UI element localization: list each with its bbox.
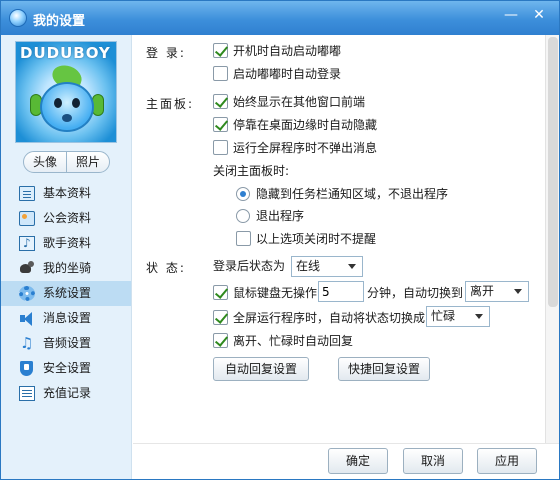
autologin-checkbox[interactable] [213,66,228,81]
sidebar-item-message-settings[interactable]: 消息设置 [1,306,131,331]
login-status-select[interactable]: 在线 [291,256,363,277]
avatar[interactable]: DUDUBOY [15,41,117,143]
idle-status-select[interactable]: 离开 [465,281,529,302]
sidebar-item-label: 歌手资料 [43,236,92,250]
autostart-label: 开机时自动启动嘟嘟 [233,44,342,58]
chevron-down-icon [348,264,356,269]
chevron-down-icon [475,314,483,319]
sidebar-item-guild-info[interactable]: 公会资料 [1,206,131,231]
settings-window: 我的设置 — ✕ DUDUBOY 头像 照片 基本资料 公会资料 ♪ 歌手资料 … [0,0,560,480]
avatar-face [40,82,94,132]
login-status-value: 在线 [296,259,321,273]
no-remind-checkbox[interactable] [236,231,251,246]
ok-button[interactable]: 确定 [328,448,388,474]
avatar-eye-left [54,98,62,108]
sidebar: DUDUBOY 头像 照片 基本资料 公会资料 歌手资料 [1,35,132,479]
sidebar-item-my-mount[interactable]: 我的坐骑 [1,256,131,281]
idle-label: 鼠标键盘无操作 [233,286,318,300]
idle-checkbox[interactable] [213,285,228,300]
sidebar-item-security-settings[interactable]: 安全设置 [1,356,131,381]
guild-icon [19,211,35,226]
gear-icon [19,286,35,301]
fullscreen-status-checkbox[interactable] [213,310,228,325]
scroll-thumb[interactable] [548,37,558,307]
sidebar-item-label: 充值记录 [43,386,92,400]
avatar-eye-right [72,98,80,108]
sidebar-item-audio-settings[interactable]: 音频设置 [1,331,131,356]
music-icon [19,331,35,356]
idle-status-value: 离开 [470,284,495,298]
sidebar-item-label: 我的坐骑 [43,261,92,275]
shield-icon [20,361,33,376]
sidebar-item-label: 基本资料 [43,186,92,200]
fullscreen-status-value: 忙碌 [431,309,456,323]
tab-avatar[interactable]: 头像 [23,151,67,173]
fullscreen-no-popup-label: 运行全屏程序时不弹出消息 [233,141,378,155]
avatar-mouth [62,114,72,122]
auto-hide-checkbox[interactable] [213,117,228,132]
login-section-label: 登 录: [146,46,186,60]
auto-hide-label: 停靠在桌面边缘时自动隐藏 [233,118,378,132]
sidebar-item-recharge-records[interactable]: 充值记录 [1,381,131,406]
singer-icon [19,231,35,256]
sidebar-nav: 基本资料 公会资料 歌手资料 我的坐骑 系统设置 消息设置 [1,181,131,406]
sidebar-item-label: 系统设置 [43,286,92,300]
fullscreen-no-popup-checkbox[interactable] [213,140,228,155]
main-panel-section-label: 主面板: [146,97,195,111]
record-icon [19,386,35,401]
app-logo-icon [9,9,27,27]
sidebar-item-label: 安全设置 [43,361,92,375]
close-panel-label: 关闭主面板时: [213,164,290,178]
exit-program-label: 退出程序 [256,209,305,223]
sidebar-item-singer-info[interactable]: 歌手资料 [1,231,131,256]
minimize-button[interactable]: — [499,5,523,25]
sidebar-item-label: 消息设置 [43,311,92,325]
avatar-logo-text: DUDUBOY [20,44,111,62]
idle-minutes-input[interactable] [318,281,364,302]
sidebar-item-label: 公会资料 [43,211,92,225]
quick-reply-settings-button[interactable]: 快捷回复设置 [338,357,430,381]
autostart-checkbox[interactable] [213,43,228,58]
apply-button[interactable]: 应用 [477,448,537,474]
auto-reply-checkbox[interactable] [213,333,228,348]
no-remind-label: 以上选项关闭时不提醒 [256,232,377,246]
speaker-icon [19,311,35,326]
always-on-top-label: 始终显示在其他窗口前端 [233,95,366,109]
fullscreen-status-label: 全屏运行程序时，自动将状态切换成 [233,311,426,325]
hide-to-tray-label: 隐藏到任务栏通知区域，不退出程序 [256,187,449,201]
title-bar: 我的设置 — ✕ [1,1,559,35]
exit-program-radio[interactable] [236,209,250,223]
footer-divider [133,443,559,444]
sidebar-item-label: 音频设置 [43,336,92,350]
always-on-top-checkbox[interactable] [213,94,228,109]
status-section-label: 状 态: [146,261,186,275]
tab-photo[interactable]: 照片 [66,151,110,173]
fullscreen-status-select[interactable]: 忙碌 [426,306,490,327]
window-title: 我的设置 [33,14,86,29]
hide-to-tray-radio[interactable] [236,187,250,201]
chevron-down-icon [514,289,522,294]
document-icon [19,186,35,201]
sidebar-item-basic-info[interactable]: 基本资料 [1,181,131,206]
settings-content: 登 录: 开机时自动启动嘟嘟 启动嘟嘟时自动登录 主面板: 始终显示在其他窗口前… [133,35,543,443]
content-scrollbar[interactable] [545,35,559,443]
sidebar-item-system-settings[interactable]: 系统设置 [1,281,131,306]
mount-icon [19,261,35,276]
close-button[interactable]: ✕ [527,5,551,25]
idle-suffix: 分钟，自动切换到 [367,286,464,300]
autologin-label: 启动嘟嘟时自动登录 [233,67,342,81]
auto-reply-settings-button[interactable]: 自动回复设置 [213,357,309,381]
login-status-label: 登录后状态为 [213,259,286,273]
auto-reply-label: 离开、忙碌时自动回复 [233,334,354,348]
cancel-button[interactable]: 取消 [403,448,463,474]
